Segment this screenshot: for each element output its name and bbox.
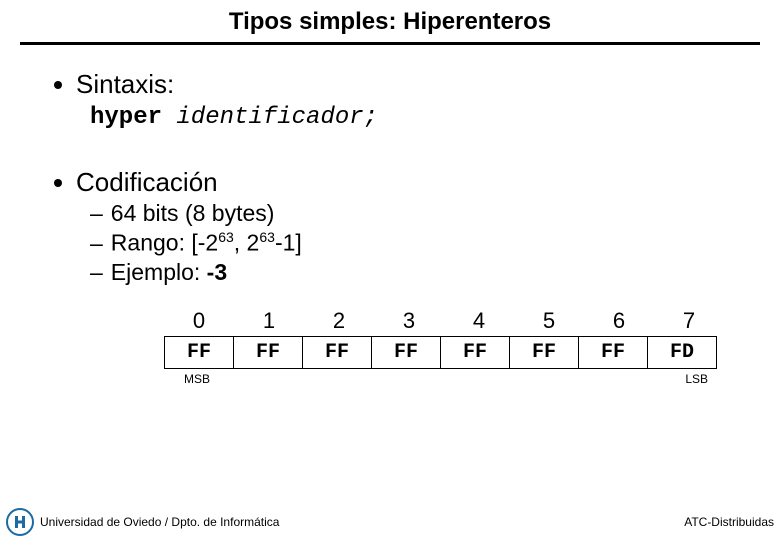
byte-table: 0 1 2 3 4 5 6 7 FF FF FF FF FF FF FF FD … xyxy=(164,308,724,386)
byte-value-row: FF FF FF FF FF FF FF FD xyxy=(164,336,724,369)
bullet-syntax: Sintaxis: xyxy=(54,69,760,100)
byte-index: 6 xyxy=(584,308,654,336)
syntax-identifier: identificador; xyxy=(176,104,378,131)
range-suffix: -1] xyxy=(275,230,302,256)
dash-icon: – xyxy=(90,259,103,286)
byte-value: FF xyxy=(233,336,303,369)
example-label: Ejemplo: xyxy=(111,259,207,285)
example-value: -3 xyxy=(207,259,227,285)
lsb-label: LSB xyxy=(685,372,708,386)
bullet-syntax-label: Sintaxis: xyxy=(76,69,174,100)
bullet-dot-icon xyxy=(54,81,62,89)
footer-university: Universidad de Oviedo / Dpto. de Informá… xyxy=(40,515,279,529)
byte-index: 0 xyxy=(164,308,234,336)
bullet-dot-icon xyxy=(54,179,62,187)
byte-index: 7 xyxy=(654,308,724,336)
syntax-line: hyper identificador; xyxy=(90,104,760,131)
byte-value: FF xyxy=(578,336,648,369)
sub-range: – Rango: [-263, 263-1] xyxy=(90,229,760,257)
range-mid: , 2 xyxy=(234,230,260,256)
byte-value: FF xyxy=(509,336,579,369)
byte-index: 4 xyxy=(444,308,514,336)
slide-content: Sintaxis: hyper identificador; Codificac… xyxy=(20,69,760,386)
msb-label: MSB xyxy=(184,372,210,386)
footer-course: ATC-Distribuidas xyxy=(684,515,774,529)
byte-value: FF xyxy=(440,336,510,369)
footer: Universidad de Oviedo / Dpto. de Informá… xyxy=(0,508,780,536)
byte-value: FF xyxy=(371,336,441,369)
slide-title: Tipos simples: Hiperenteros xyxy=(20,8,760,36)
range-exp1: 63 xyxy=(218,229,234,245)
sub-bits: – 64 bits (8 bytes) xyxy=(90,200,760,227)
byte-label-row: MSB LSB xyxy=(164,372,724,386)
byte-value: FF xyxy=(164,336,234,369)
sub-example: – Ejemplo: -3 xyxy=(90,259,760,286)
bullet-coding-label: Codificación xyxy=(76,167,218,198)
byte-index: 3 xyxy=(374,308,444,336)
title-rule xyxy=(20,42,760,45)
byte-value: FD xyxy=(647,336,717,369)
university-logo-icon xyxy=(6,508,34,536)
sub-range-text: Rango: [-263, 263-1] xyxy=(111,229,302,257)
sub-bits-text: 64 bits (8 bytes) xyxy=(111,200,275,227)
range-prefix: Rango: [-2 xyxy=(111,230,218,256)
dash-icon: – xyxy=(90,230,103,257)
byte-index-row: 0 1 2 3 4 5 6 7 xyxy=(164,308,724,336)
byte-value: FF xyxy=(302,336,372,369)
range-exp2: 63 xyxy=(259,229,275,245)
byte-index: 5 xyxy=(514,308,584,336)
syntax-keyword: hyper xyxy=(90,104,162,131)
dash-icon: – xyxy=(90,200,103,227)
bullet-coding: Codificación xyxy=(54,167,760,198)
byte-index: 1 xyxy=(234,308,304,336)
byte-index: 2 xyxy=(304,308,374,336)
